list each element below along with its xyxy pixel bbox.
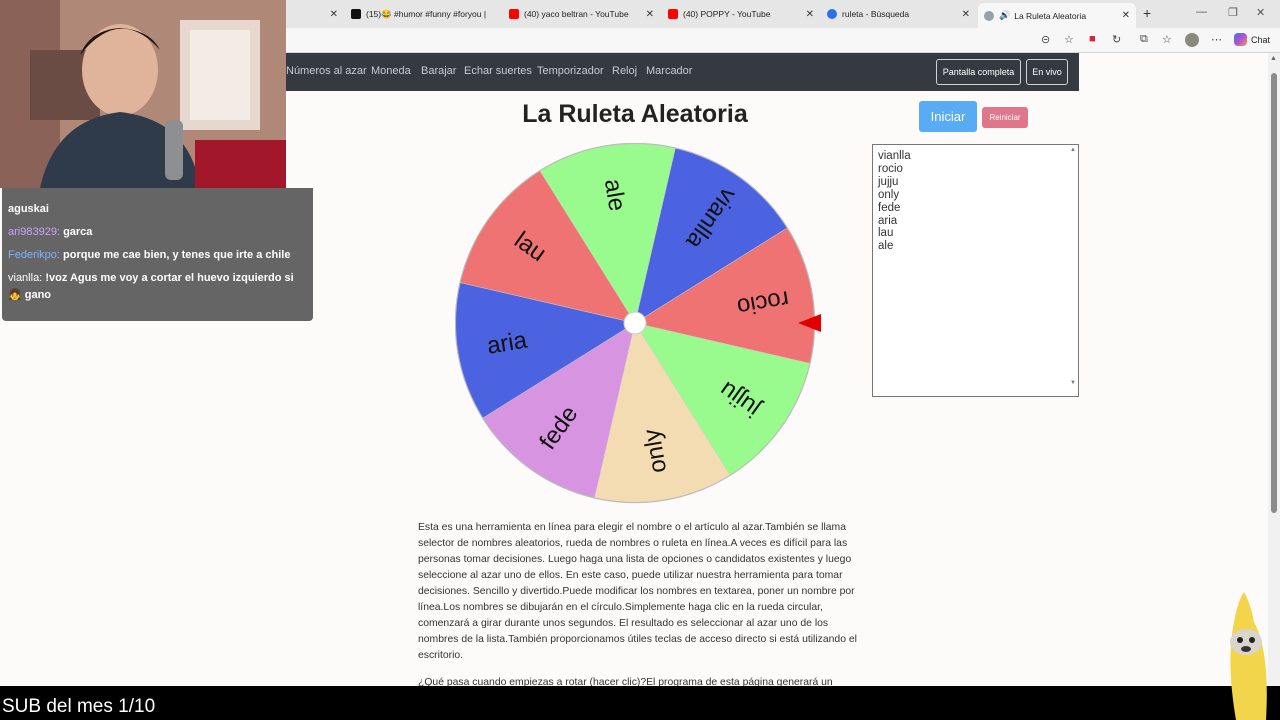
profile-avatar[interactable] <box>1185 33 1199 47</box>
chat-text: !voz Agus me voy a cortar el huevo izqui… <box>8 272 294 301</box>
nav-link-barajar[interactable]: Barajar <box>421 65 456 77</box>
webcam-overlay <box>0 0 286 188</box>
name-line: ale <box>878 240 894 253</box>
wheel-label-ale: ale <box>599 177 631 213</box>
minimize-icon[interactable]: — <box>1196 6 1207 18</box>
name-line: only <box>878 188 900 201</box>
tab-youtube-yaco[interactable]: (40) yaco beltran - YouTube ✕ <box>503 4 660 24</box>
site-favicon-icon <box>984 10 994 21</box>
chat-message: Federikpo: porque me cae bien, y tenes q… <box>8 247 307 264</box>
description-text: Esta es una herramienta en línea para el… <box>418 522 857 661</box>
chat-message: vianlla: !voz Agus me voy a cortar el hu… <box>8 270 307 304</box>
nav-link-echar-suertes[interactable]: Echar suertes <box>464 65 532 77</box>
chat-username: Federikpo: <box>8 249 60 261</box>
tab-tiktok-humor[interactable]: (15)😂 #humor #funny #foryou | <box>345 4 500 24</box>
name-line: vianlla <box>878 150 911 162</box>
close-icon[interactable]: ✕ <box>330 9 338 20</box>
tab-title: La Ruleta Aleatoria <box>1014 10 1087 21</box>
banana-cat-sticker <box>1230 592 1267 720</box>
fullscreen-button[interactable]: Pantalla completa <box>936 59 1021 85</box>
name-line: fede <box>878 201 901 214</box>
scroll-up-icon[interactable]: ▲ <box>1070 147 1076 153</box>
description-text-2: ¿Qué pasa cuando empiezas a rotar (hacer… <box>418 677 833 686</box>
chat-username: vianlla: <box>8 272 43 284</box>
tab-title: (40) POPPY - YouTube <box>683 9 771 19</box>
nav-link-marcador[interactable]: Marcador <box>646 65 692 77</box>
close-icon[interactable]: ✕ <box>646 9 654 20</box>
chat-message: ari983929: garca <box>8 224 307 241</box>
chat-label: Chat <box>1251 34 1271 45</box>
tiktok-icon <box>351 9 361 19</box>
tab-youtube-poppy[interactable]: (40) POPPY - YouTube ✕ <box>662 4 820 24</box>
name-line: aria <box>878 214 898 227</box>
copilot-chat-button[interactable]: Chat <box>1234 33 1270 46</box>
tab-tiktok-1[interactable]: ✕ <box>286 4 344 24</box>
extension-icon[interactable]: ■ <box>1089 33 1096 45</box>
chat-text: porque me cae bien, y tenes que irte a c… <box>63 249 291 261</box>
tab-ruleta-active[interactable]: 🔊 La Ruleta Aleatoria ✕ <box>978 3 1136 28</box>
nav-link-reloj[interactable]: Reloj <box>612 65 637 77</box>
split-screen-icon[interactable]: ⧉ <box>1140 33 1148 46</box>
name-line: jujju <box>878 175 899 188</box>
chat-text: garca <box>63 226 93 238</box>
start-button[interactable]: Iniciar <box>919 101 977 132</box>
refresh-icon[interactable]: ↻ <box>1112 33 1121 46</box>
tab-title: ruleta - Búsqueda <box>842 9 910 19</box>
scroll-up-icon[interactable]: ▲ <box>1270 55 1277 62</box>
close-window-icon[interactable]: ✕ <box>1256 6 1265 19</box>
page-title: La Ruleta Aleatoria <box>522 100 748 128</box>
name-line: lau <box>878 227 894 240</box>
scroll-down-icon[interactable]: ▼ <box>1070 380 1076 386</box>
close-icon[interactable]: ✕ <box>962 9 970 20</box>
youtube-icon <box>668 9 678 19</box>
live-button[interactable]: En vivo <box>1026 59 1068 85</box>
menu-dots-icon[interactable]: ⋯ <box>1211 33 1222 46</box>
name-line: rocio <box>878 162 903 175</box>
chat-message-fragment: aguskai <box>8 203 49 215</box>
tab-title: (15)😂 #humor #funny #foryou | <box>366 8 487 19</box>
close-icon[interactable]: ✕ <box>806 9 814 20</box>
more-options-icon[interactable]: ⊝ <box>1041 33 1050 46</box>
streamer-video <box>0 0 286 188</box>
speaker-icon: 🔊 <box>999 10 1011 20</box>
reset-button[interactable]: Reiniciar <box>982 107 1028 128</box>
names-textarea[interactable]: vianlla rocio jujju only fede aria lau a… <box>872 144 1079 397</box>
sub-goal-text: SUB del mes 1/10 <box>2 696 156 717</box>
tab-bing-search[interactable]: ruleta - Búsqueda ✕ <box>821 4 976 24</box>
chat-username: ari983929: <box>8 226 60 238</box>
nav-link-numeros[interactable]: Números al azar <box>286 65 367 77</box>
close-icon[interactable]: ✕ <box>1122 10 1130 21</box>
chat-message-cut <box>8 192 307 200</box>
copilot-icon <box>1234 33 1247 46</box>
scrollbar-thumb[interactable] <box>1271 73 1277 513</box>
spin-wheel[interactable]: alelauariafede onlyjujjurociovianlla <box>455 143 825 518</box>
wheel-hub <box>623 311 647 335</box>
screen: ✕ (15)😂 #humor #funny #foryou | (40) yac… <box>0 0 1280 720</box>
favorite-star-icon[interactable]: ☆ <box>1064 33 1074 46</box>
favorites-icon[interactable]: ☆ <box>1162 33 1172 46</box>
nav-link-moneda[interactable]: Moneda <box>371 65 411 77</box>
new-tab-icon[interactable]: + <box>1143 5 1151 21</box>
maximize-icon[interactable]: ❐ <box>1228 6 1238 19</box>
search-icon <box>827 9 837 19</box>
youtube-icon <box>509 9 519 19</box>
nav-link-temporizador[interactable]: Temporizador <box>537 65 604 77</box>
tab-title: (40) yaco beltran - YouTube <box>524 9 629 19</box>
sub-goal-bar: SUB del mes 1/10 <box>0 686 1280 720</box>
stream-chat-overlay: aguskai ari983929: garca Federikpo: porq… <box>2 188 313 321</box>
